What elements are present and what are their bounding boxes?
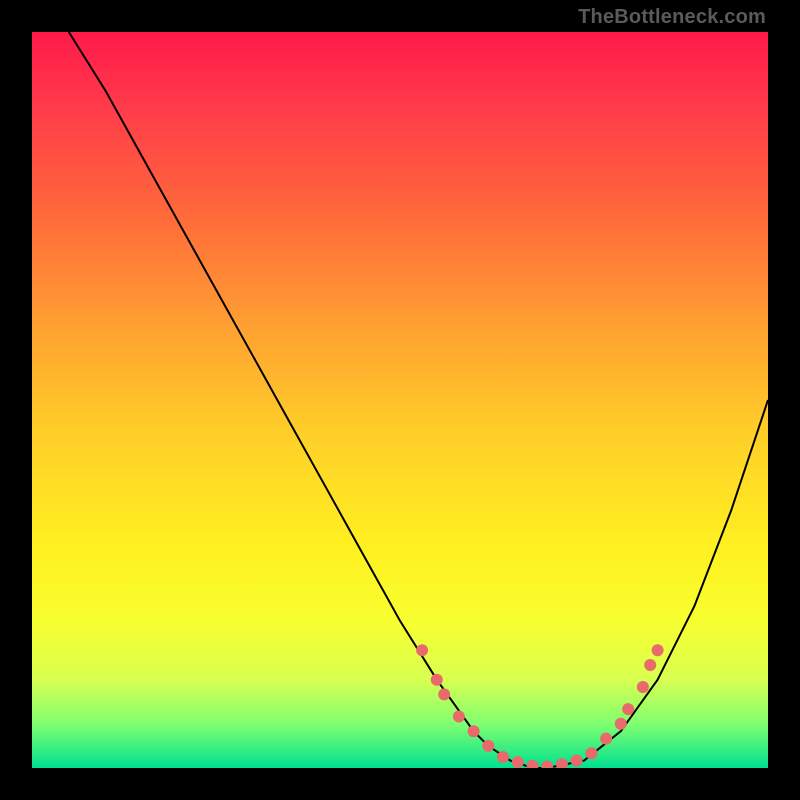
marker-dot <box>644 659 656 671</box>
marker-dot <box>512 756 524 768</box>
bottleneck-curve <box>69 32 768 768</box>
marker-dot <box>571 755 583 767</box>
marker-dot <box>622 703 634 715</box>
marker-dot <box>416 644 428 656</box>
chart-container: TheBottleneck.com <box>0 0 800 800</box>
marker-dot <box>652 644 664 656</box>
marker-dots <box>416 644 663 768</box>
marker-dot <box>541 761 553 769</box>
marker-dot <box>600 733 612 745</box>
marker-dot <box>497 751 509 763</box>
watermark-text: TheBottleneck.com <box>578 6 766 29</box>
plot-area <box>32 32 768 768</box>
marker-dot <box>431 674 443 686</box>
marker-dot <box>637 681 649 693</box>
marker-dot <box>482 740 494 752</box>
marker-dot <box>615 718 627 730</box>
curve-svg <box>32 32 768 768</box>
marker-dot <box>438 688 450 700</box>
marker-dot <box>585 747 597 759</box>
marker-dot <box>468 725 480 737</box>
marker-dot <box>453 711 465 723</box>
marker-dot <box>527 760 539 768</box>
marker-dot <box>556 758 568 768</box>
